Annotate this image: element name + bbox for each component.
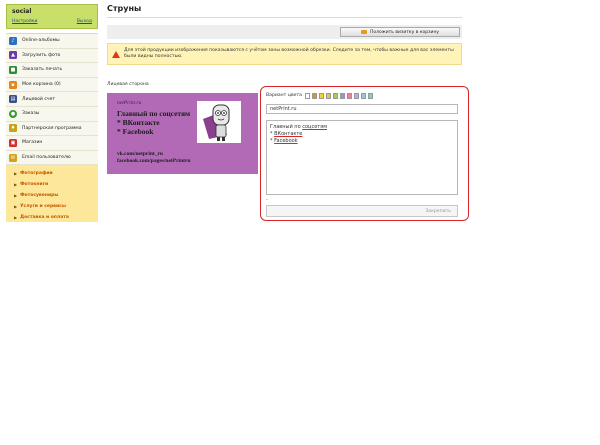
triangle-right-icon: ▶ bbox=[14, 215, 18, 221]
card-line-3: * Facebook bbox=[117, 127, 154, 136]
sidebar-item-label: Заказы bbox=[22, 111, 40, 117]
text-line-3: Facebook bbox=[274, 138, 298, 144]
card-text-area[interactable]: Главный по соцсетям * ВКонтакте * Facebo… bbox=[266, 120, 458, 195]
logout-link[interactable]: Выход bbox=[77, 19, 92, 24]
text-line-2: ВКонтакте bbox=[274, 131, 303, 137]
submenu-label: Услуги и сервисы bbox=[20, 204, 66, 210]
color-swatch[interactable] bbox=[346, 93, 353, 99]
sidebar-item-partner[interactable]: ♦ Партнерская программа bbox=[6, 121, 98, 137]
card-brand: netPrint.ru bbox=[117, 100, 142, 106]
color-swatch[interactable] bbox=[332, 93, 339, 99]
triangle-right-icon: ▶ bbox=[14, 171, 18, 177]
sidebar-item-label: Партнерская программа bbox=[22, 125, 82, 131]
username: social bbox=[12, 8, 32, 15]
color-picker: Вариант цвета bbox=[266, 93, 375, 99]
triangle-right-icon: ▶ bbox=[14, 182, 18, 188]
color-label: Вариант цвета bbox=[266, 93, 302, 99]
sidebar-item-albums[interactable]: ♪ Online-альбомы bbox=[6, 34, 98, 49]
sidebar-item-label: Online-альбомы bbox=[22, 38, 60, 44]
sidebar-item-label: Загрузить фото bbox=[22, 52, 61, 58]
sidebar: social Настройки Выход ♪ Online-альбомы … bbox=[6, 4, 98, 222]
warning-text: Для этой продукции изображения показываю… bbox=[124, 47, 454, 59]
submenu-item-delivery[interactable]: ▶ Доставка и оплата bbox=[6, 212, 98, 222]
submenu-label: Фотокниги bbox=[20, 182, 49, 188]
card-line-1: Главный по соцсетям bbox=[117, 109, 191, 118]
apply-button[interactable]: Закрепить bbox=[266, 205, 458, 217]
print-icon: ■ bbox=[9, 65, 17, 74]
color-swatch[interactable] bbox=[353, 93, 360, 99]
sidebar-item-upload[interactable]: ▲ Загрузить фото bbox=[6, 48, 98, 64]
submenu-item-photobooks[interactable]: ▶ Фотокниги bbox=[6, 179, 98, 190]
sidebar-item-label: Email пользователю bbox=[22, 155, 71, 161]
albums-icon: ♪ bbox=[9, 36, 17, 45]
brand-text-field[interactable]: netPrint.ru bbox=[266, 104, 458, 114]
text-editor-panel: Вариант цвета netPrint.ru Главный по соц… bbox=[260, 86, 469, 221]
triangle-right-icon: ▶ bbox=[14, 193, 18, 199]
page-title: Струны bbox=[107, 4, 462, 18]
sidebar-item-label: Магазин bbox=[22, 140, 43, 146]
text-underlined-word: соцсетям bbox=[302, 124, 327, 130]
cart-icon bbox=[360, 30, 367, 34]
add-to-cart-label: Положить визитку в корзину bbox=[369, 29, 440, 35]
warning-icon bbox=[112, 50, 120, 58]
sidebar-item-label: Заказать печать bbox=[22, 67, 63, 73]
sidebar-menu: ♪ Online-альбомы ▲ Загрузить фото ■ Зака… bbox=[6, 33, 98, 166]
submenu-label: Доставка и оплата bbox=[20, 215, 69, 221]
submenu-label: Фотосувениры bbox=[20, 193, 59, 199]
card-line-2: * ВКонтакте bbox=[117, 118, 160, 127]
submenu-item-services[interactable]: ▶ Услуги и сервисы bbox=[6, 201, 98, 212]
settings-link[interactable]: Настройки bbox=[12, 19, 37, 24]
upload-icon: ▲ bbox=[9, 51, 17, 60]
account-icon: ▤ bbox=[9, 95, 17, 104]
main-content: Струны Положить визитку в корзину Для эт… bbox=[107, 4, 462, 65]
catalog-submenu: ▶ Фотографии ▶ Фотокниги ▶ Фотосувениры … bbox=[6, 165, 98, 222]
color-swatch[interactable] bbox=[318, 93, 325, 99]
color-swatch[interactable] bbox=[325, 93, 332, 99]
mascot-image bbox=[197, 101, 241, 143]
toolbar: Положить визитку в корзину bbox=[107, 25, 462, 39]
front-side-label: Лицевая сторона bbox=[107, 82, 149, 87]
email-icon: ✉ bbox=[9, 153, 17, 162]
sidebar-item-orders[interactable]: ● Заказы bbox=[6, 106, 98, 122]
submenu-item-souvenirs[interactable]: ▶ Фотосувениры bbox=[6, 190, 98, 201]
color-swatch[interactable] bbox=[339, 93, 346, 99]
color-swatch[interactable] bbox=[304, 93, 311, 99]
text-prefix: Главный по bbox=[270, 124, 303, 130]
submenu-item-photos[interactable]: ▶ Фотографии bbox=[6, 168, 98, 179]
add-to-cart-button[interactable]: Положить визитку в корзину bbox=[340, 27, 460, 37]
color-swatch[interactable] bbox=[367, 93, 374, 99]
shop-icon: ▣ bbox=[9, 138, 17, 147]
submenu-label: Фотографии bbox=[20, 171, 53, 177]
sidebar-item-label: Моя корзина (0) bbox=[22, 82, 61, 88]
color-swatch[interactable] bbox=[311, 93, 318, 99]
sidebar-item-shop[interactable]: ▣ Магазин bbox=[6, 136, 98, 151]
mascot-drawing bbox=[203, 104, 230, 141]
user-panel: social Настройки Выход bbox=[6, 4, 98, 29]
card-preview[interactable]: netPrint.ru Главный по соцсетям * ВКонта… bbox=[107, 93, 258, 174]
sidebar-item-label: Лицевой счет bbox=[22, 96, 56, 102]
sidebar-item-email[interactable]: ✉ Email пользователю bbox=[6, 150, 98, 166]
triangle-right-icon: ▶ bbox=[14, 204, 18, 210]
card-line-4: vk.com/netprint_ru bbox=[117, 151, 163, 157]
cart-icon: ▪ bbox=[9, 80, 17, 89]
crop-warning: Для этой продукции изображения показываю… bbox=[107, 43, 462, 65]
sidebar-item-print[interactable]: ■ Заказать печать bbox=[6, 63, 98, 78]
partner-icon: ♦ bbox=[9, 124, 17, 133]
sidebar-item-account[interactable]: ▤ Лицевой счет bbox=[6, 92, 98, 107]
orders-icon: ● bbox=[9, 109, 17, 118]
color-swatch[interactable] bbox=[360, 93, 367, 99]
separator-dash: - bbox=[266, 197, 268, 203]
sidebar-item-cart[interactable]: ▪ Моя корзина (0) bbox=[6, 77, 98, 93]
card-line-5: facebook.com/pages/netPrintru bbox=[117, 158, 191, 164]
